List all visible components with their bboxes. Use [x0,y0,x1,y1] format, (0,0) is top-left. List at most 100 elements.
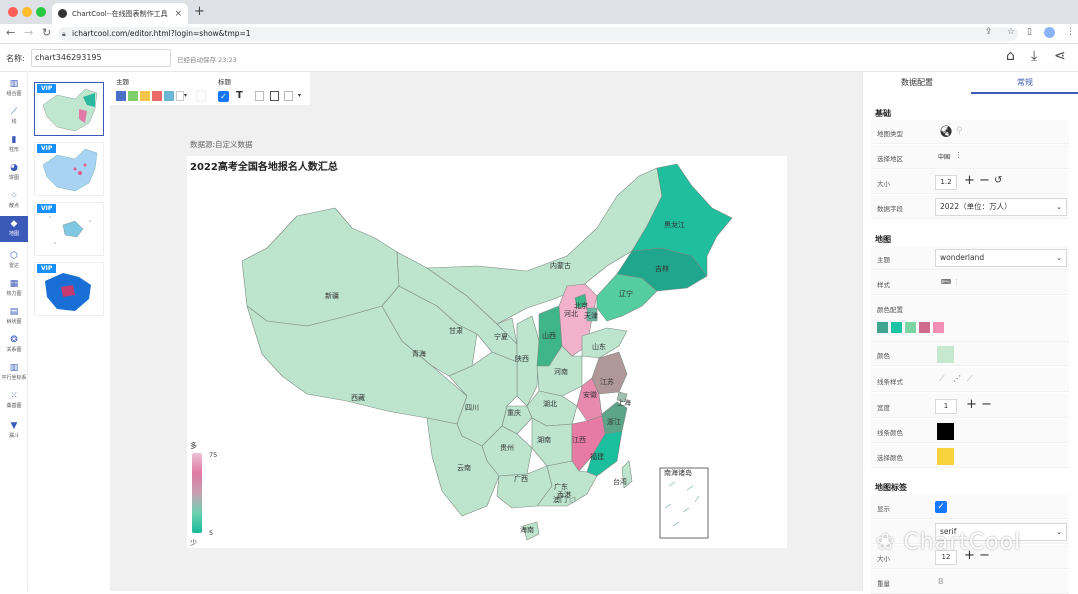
color-config-swatch[interactable] [905,322,916,333]
tab-general[interactable]: 常规 [971,72,1078,94]
tree-icon: ▤ [9,307,19,317]
style-icon[interactable]: ⌨ [941,278,951,286]
size-input[interactable]: 1.2 [935,175,957,190]
label-qinghai: 青海 [412,349,426,358]
bookmark-star-icon[interactable]: ☆ [1007,27,1015,37]
heatmap-icon: ▦ [9,279,19,289]
home-icon[interactable]: ⌂ [1006,48,1015,64]
bold-toggle[interactable]: B [938,577,944,586]
region-row: 选择地区 中国 ⋮ [871,145,1069,169]
url-input[interactable]: 🔒︎ ichartcool.com/editor.html?login=show… [58,27,1018,41]
reload-icon[interactable]: ↻ [42,26,51,39]
share-nodes-icon[interactable]: ⋖ [1054,48,1066,64]
theme-dropdown-icon[interactable] [176,91,184,101]
sidebar-item-map[interactable]: ◆ 地图 [0,216,28,242]
autosave-status: 已经自动保存 23:23 [177,56,237,64]
select-color-row: 选择颜色 [871,444,1069,468]
label-hainan: 海南 [520,525,534,534]
browser-tab[interactable]: ChartCool--在线图表制作工具 × [52,3,188,24]
color-config-swatch[interactable] [919,322,930,333]
download-icon[interactable]: ⤓ [1031,48,1037,64]
sidebar-item-radar[interactable]: ⬡ 雷达 [0,248,28,274]
template-thumbnail[interactable]: VIP [34,142,104,196]
line-color-picker[interactable] [937,423,954,440]
template-thumbnail[interactable]: VIP [34,202,104,256]
chart-name-input[interactable]: chart346293195 [31,49,171,67]
label-chongqing: 重庆 [507,408,521,417]
menu-kebab-icon[interactable]: ⋮ [1066,27,1075,37]
profile-avatar[interactable] [1044,27,1055,38]
theme-swatch[interactable] [140,91,150,101]
new-tab-icon[interactable]: + [194,4,205,19]
dashed-line-icon[interactable]: ⋰ [953,374,961,383]
chevron-down-icon[interactable]: ▾ [298,92,301,99]
template-thumbnail[interactable]: VIP [34,82,104,136]
region-select[interactable]: 中国 [938,152,950,161]
width-input[interactable]: 1 [935,399,957,414]
style-icon-alt[interactable]: ⋮ [953,278,960,286]
solid-line-icon[interactable]: ⟋ [939,374,945,384]
theme-row: 主题 wonderland ⌄ [871,246,1069,270]
plus-icon[interactable]: + [964,173,975,188]
sidebar-toggle-icon[interactable]: ▯ [1027,27,1032,37]
region-jiangsu [591,351,628,395]
copy-icon[interactable] [270,91,279,101]
style-row: 样式 ⌨ ⋮ [871,271,1069,295]
theme-swatch[interactable] [116,91,126,101]
data-field-select[interactable]: 2022（单位：万人） ⌄ [935,198,1067,216]
sidebar-item-heatmap[interactable]: ▦ 热力图 [0,276,28,302]
sidebar-item-sankey[interactable]: ⁙ 桑基图 [0,388,28,414]
china-choropleth-map: 南海诸岛 新疆 西藏 青海 甘肃 宁夏 内蒙古 黑龙江 吉林 辽宁 北京 天津 … [241,163,733,541]
label-hebei: 河北 [564,310,578,318]
minimize-window-button[interactable] [22,7,32,17]
theme-swatch[interactable] [128,91,138,101]
pie-chart-icon: ◕ [10,163,18,173]
theme-swatch[interactable] [164,91,174,101]
fill-color-picker[interactable] [937,346,954,363]
sidebar-item-combo[interactable]: ▥ 组合图 [0,76,28,102]
more-icon[interactable]: ⋮ [955,151,962,159]
reset-icon[interactable]: ↺ [994,175,1002,186]
title-show-checkbox[interactable]: ✓ [218,91,229,102]
select-color-picker[interactable] [937,448,954,465]
share-icon[interactable]: ⇪ [985,27,993,37]
legend-min-value: 5 [209,529,214,537]
sidebar-item-bar[interactable]: ▮ 柱形 [0,132,28,158]
theme-swatch[interactable] [152,91,162,101]
back-icon[interactable]: ← [6,26,15,39]
minus-icon[interactable]: − [981,397,992,412]
visual-map-legend[interactable] [192,453,202,533]
sidebar-item-scatter[interactable]: ⁘ 散点 [0,188,28,214]
theme-select[interactable]: wonderland ⌄ [935,249,1067,267]
sidebar-item-tree[interactable]: ▤ 树状图 [0,304,28,330]
dotted-line-icon[interactable]: ⟋ [967,374,973,384]
maximize-window-button[interactable] [36,7,46,17]
text-style-icon[interactable]: T [236,90,243,101]
close-window-button[interactable] [8,7,18,17]
address-bar: ← → ↻ 🔒︎ ichartcool.com/editor.html?logi… [0,24,1078,44]
close-tab-icon[interactable]: × [174,9,182,19]
align-icon[interactable] [255,91,264,101]
template-thumbnail[interactable]: VIP [34,262,104,316]
paste-icon[interactable] [284,91,293,101]
label-sichuan: 四川 [465,404,479,412]
tab-data-config[interactable]: 数据配置 [863,72,971,94]
globe-icon[interactable]: 🌏︎ [939,125,953,138]
sidebar-item-pie[interactable]: ◕ 饼图 [0,160,28,186]
color-config-swatch[interactable] [877,322,888,333]
color-config-swatch[interactable] [933,322,944,333]
show-label-checkbox[interactable]: ✓ [935,501,947,513]
sidebar-item-graph[interactable]: ❂ 关系图 [0,332,28,358]
name-label: 名称: [6,54,25,63]
chart-card: 南海诸岛 新疆 西藏 青海 甘肃 宁夏 内蒙古 黑龙江 吉林 辽宁 北京 天津 … [187,156,787,548]
minus-icon[interactable]: − [979,173,990,188]
forward-icon[interactable]: → [24,26,33,39]
sidebar-item-funnel[interactable]: ▼ 漏斗 [0,418,28,444]
plus-icon[interactable]: + [966,397,977,412]
sidebar-item-parallel[interactable]: ▥ 平行坐标系 [0,360,28,386]
blank-swatch[interactable] [196,91,206,101]
chevron-down-icon[interactable]: ▾ [184,92,187,99]
sidebar-item-line[interactable]: ⟋ 线 [0,104,28,130]
pin-icon[interactable]: ⚲ [956,126,963,136]
color-config-swatch[interactable] [891,322,902,333]
